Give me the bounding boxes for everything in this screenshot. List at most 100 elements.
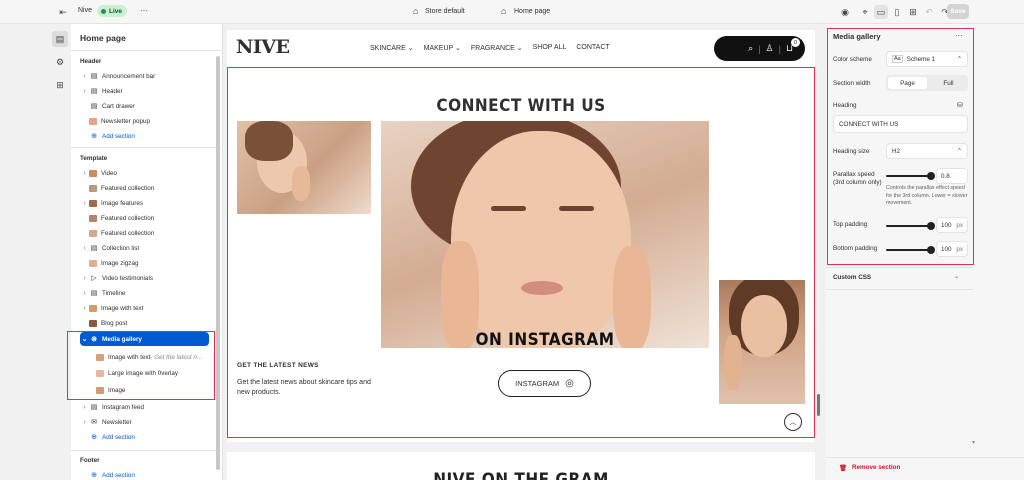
- store-name[interactable]: Nive: [78, 7, 92, 14]
- header-group-title: Header: [80, 58, 102, 65]
- divider: [826, 267, 973, 268]
- sidebar-item-featured-collection[interactable]: Featured collection: [71, 181, 222, 195]
- cart-icon[interactable]: ⊔ 0: [786, 38, 800, 54]
- chevron-right-icon[interactable]: ›: [80, 200, 89, 207]
- nav-contact[interactable]: CONTACT: [576, 44, 609, 52]
- inspector-icon[interactable]: ⌖: [858, 5, 872, 19]
- thumbnail: [89, 117, 97, 125]
- store-icon: ⌂: [413, 6, 419, 16]
- thumbnail: [89, 259, 97, 267]
- sidebar-item-video[interactable]: › Video: [71, 166, 222, 180]
- layout-icon: ▤: [90, 404, 98, 411]
- header-actions: ⌕ | ♙ | ⊔ 0: [714, 36, 805, 61]
- sections-panel: Home page Header › ▤ Announcement bar › ▤ He…: [71, 24, 223, 480]
- sidebar-item-header[interactable]: › ▤ Header: [71, 84, 222, 98]
- cart-count: 0: [790, 38, 800, 47]
- page-select[interactable]: Home page: [514, 8, 550, 15]
- store-select[interactable]: Store default: [425, 8, 465, 15]
- sidebar-item-video-testimonials[interactable]: › ▷ Video testimonials: [71, 271, 222, 285]
- chevron-right-icon[interactable]: ›: [80, 305, 89, 312]
- sidebar-item-timeline[interactable]: › ▤ Timeline: [71, 286, 222, 300]
- divider: [826, 457, 1024, 458]
- sidebar-item-newsletter-popup[interactable]: Newsletter popup: [71, 114, 222, 128]
- preview-scrollbar[interactable]: [817, 394, 820, 416]
- mail-icon: ✉: [91, 419, 97, 426]
- live-dot: [101, 8, 106, 14]
- sections-icon[interactable]: ▤: [52, 31, 68, 47]
- sidebar-item-newsletter[interactable]: › ✉ Newsletter: [71, 415, 222, 429]
- sidebar-item-announcement-bar[interactable]: › ▤ Announcement bar: [71, 69, 222, 83]
- save-button[interactable]: Save: [947, 4, 969, 19]
- scroll-down-arrow[interactable]: ▾: [972, 439, 975, 446]
- chevron-right-icon[interactable]: ›: [80, 419, 89, 426]
- nav-makeup[interactable]: MAKEUP ⌄: [424, 44, 461, 52]
- main-nav: SKINCARE ⌄ MAKEUP ⌄ FRAGRANCE ⌄ SHOP ALL…: [370, 44, 610, 52]
- trash-icon: 🗑: [839, 465, 847, 472]
- chevron-down-icon[interactable]: ⌄: [954, 273, 959, 280]
- apps-icon[interactable]: ⊞: [52, 77, 68, 93]
- chevron-right-icon[interactable]: ›: [80, 245, 89, 252]
- sidebar-item-image-features[interactable]: › Image features: [71, 196, 222, 210]
- undo-icon[interactable]: ↶: [922, 5, 936, 19]
- store-logo[interactable]: NIVE: [236, 36, 290, 58]
- thumbnail: [89, 214, 97, 222]
- plus-circle-icon: ⊕: [91, 133, 97, 140]
- divider: [826, 289, 973, 290]
- settings-icon[interactable]: ⚙: [52, 54, 68, 70]
- sidebar-item-instagram-feed[interactable]: › ▤ Instagram feed: [71, 400, 222, 414]
- sidebar-item-cart-drawer[interactable]: ▤ Cart drawer: [71, 99, 222, 113]
- add-section-button[interactable]: ⊕ Add section: [71, 468, 222, 480]
- section-gap: [227, 442, 815, 452]
- chevron-right-icon[interactable]: ›: [80, 290, 89, 297]
- chevron-right-icon[interactable]: ›: [80, 275, 89, 282]
- plus-circle-icon: ⊕: [91, 472, 97, 479]
- sidebar-item-featured-collection[interactable]: Featured collection: [71, 226, 222, 240]
- template-group-title: Template: [80, 155, 108, 162]
- thumbnail: [89, 169, 97, 177]
- selection-highlight: [227, 67, 815, 438]
- more-menu-button[interactable]: ···: [140, 6, 148, 15]
- divider: [71, 50, 221, 51]
- icon-rail: ▤ ⚙ ⊞: [0, 24, 71, 480]
- exit-icon[interactable]: ⇤: [56, 5, 70, 19]
- next-section-heading: NIVE ON THE GRAM: [433, 470, 609, 480]
- fullscreen-icon[interactable]: ⊞: [906, 5, 920, 19]
- thumbnail: [89, 319, 97, 327]
- nav-shop-all[interactable]: SHOP ALL: [533, 44, 567, 52]
- layout-icon: ▤: [90, 73, 98, 80]
- layout-icon: ▤: [90, 245, 98, 252]
- thumbnail: [89, 229, 97, 237]
- nav-skincare[interactable]: SKINCARE ⌄: [370, 44, 414, 52]
- live-label: Live: [109, 7, 123, 15]
- chevron-right-icon[interactable]: ›: [80, 88, 89, 95]
- top-bar: ⇤ Nive Live ··· ⌂ Store default ⌂ Home p…: [0, 0, 1024, 24]
- page-title: Home page: [80, 33, 126, 43]
- mobile-icon[interactable]: ▯: [890, 5, 904, 19]
- remove-section-button[interactable]: 🗑 Remove section: [839, 464, 900, 472]
- sidebar-item-image-zigzag[interactable]: Image zigzag: [71, 256, 222, 270]
- theme-icon[interactable]: ◉: [838, 5, 852, 19]
- add-section-button[interactable]: ⊕ Add section: [71, 430, 222, 444]
- thumbnail: [89, 184, 97, 192]
- layout-icon: ▤: [90, 88, 98, 95]
- desktop-icon[interactable]: ▭: [874, 5, 888, 19]
- selection-highlight: [827, 28, 974, 265]
- divider: [71, 450, 221, 451]
- custom-css-toggle[interactable]: Custom CSS: [833, 274, 871, 281]
- divider: [71, 147, 221, 148]
- nav-fragrance[interactable]: FRAGRANCE ⌄: [471, 44, 523, 52]
- chevron-right-icon[interactable]: ›: [80, 404, 89, 411]
- sidebar-item-featured-collection[interactable]: Featured collection: [71, 211, 222, 225]
- account-icon[interactable]: ♙: [766, 43, 774, 54]
- plus-circle-icon: ⊕: [91, 434, 97, 441]
- sidebar-item-image-with-text[interactable]: › Image with text: [71, 301, 222, 315]
- live-badge: Live: [97, 5, 128, 17]
- add-section-button[interactable]: ⊕ Add section: [71, 129, 222, 143]
- search-icon[interactable]: ⌕: [748, 43, 753, 54]
- sidebar-item-collection-list[interactable]: › ▤ Collection list: [71, 241, 222, 255]
- sidebar-item-blog-post[interactable]: Blog post: [71, 316, 222, 330]
- scrollbar[interactable]: [216, 56, 220, 470]
- chevron-right-icon[interactable]: ›: [80, 73, 89, 80]
- home-icon: ⌂: [501, 6, 507, 16]
- chevron-right-icon[interactable]: ›: [80, 170, 89, 177]
